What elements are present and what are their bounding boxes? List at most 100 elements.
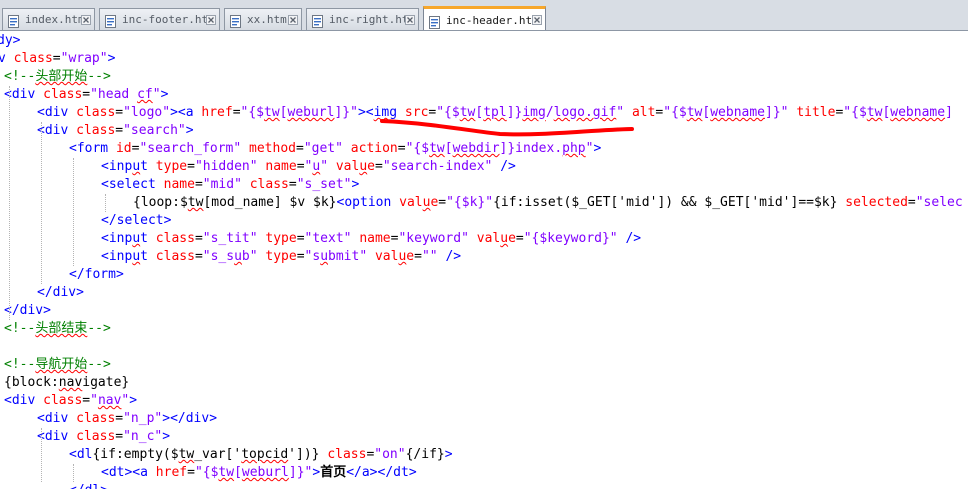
close-icon[interactable] bbox=[532, 15, 542, 25]
close-icon[interactable] bbox=[206, 14, 216, 25]
code-token: > bbox=[351, 177, 360, 192]
code-token: = bbox=[194, 249, 203, 264]
code-line[interactable]: <input type="hidden" name="u" value="sea… bbox=[101, 158, 516, 176]
code-token: action bbox=[350, 141, 398, 156]
tab-label: inc-right.htm bbox=[329, 13, 405, 26]
code-token: "{$keyword}" bbox=[523, 231, 618, 246]
code-token: name bbox=[265, 159, 297, 174]
tab-label: xx.htm bbox=[247, 13, 287, 26]
code-line[interactable]: </select> bbox=[101, 212, 171, 230]
code-token: = bbox=[187, 465, 195, 480]
code-token: <div bbox=[4, 393, 44, 408]
code-line[interactable]: {block:navigate} bbox=[4, 374, 129, 392]
tab-xx-htm[interactable]: xx.htm bbox=[224, 8, 302, 30]
code-line[interactable]: </form> bbox=[69, 266, 124, 284]
code-token: /> bbox=[445, 249, 462, 264]
code-token: "search-index" bbox=[382, 159, 493, 174]
code-token: "head cf" bbox=[90, 87, 161, 102]
code-token: "selec bbox=[915, 195, 963, 210]
code-line[interactable]: dy> bbox=[0, 32, 20, 50]
code-token: "s_sub" bbox=[202, 249, 258, 264]
code-token: "{$k}" bbox=[446, 195, 494, 210]
code-line[interactable]: <dt><a href="{$tw[weburl]}">首页</a></dt> bbox=[101, 464, 417, 482]
code-token: <form bbox=[69, 141, 116, 156]
code-token: = bbox=[232, 105, 241, 120]
code-line[interactable]: <!--头部开始--> bbox=[4, 68, 111, 86]
code-line[interactable]: <div class="logo"><a href="{$tw[weburl]}… bbox=[37, 104, 953, 122]
code-token: class bbox=[76, 429, 116, 444]
code-line[interactable]: <div class="head cf"> bbox=[4, 86, 168, 104]
code-token: class bbox=[155, 231, 195, 246]
code-token: <dt><a bbox=[101, 465, 156, 480]
code-token: src bbox=[404, 105, 429, 120]
tab-inc-header-htm[interactable]: inc-header.htm bbox=[423, 6, 546, 30]
tab-label: index.htm bbox=[25, 13, 81, 26]
code-line[interactable]: </dl> bbox=[69, 482, 108, 489]
code-line[interactable]: </div> bbox=[37, 284, 84, 302]
code-line[interactable]: </div> bbox=[4, 302, 51, 320]
close-icon[interactable] bbox=[81, 14, 91, 25]
code-token: > bbox=[593, 141, 602, 156]
code-token: > bbox=[107, 51, 116, 66]
tab-inc-footer-htm[interactable]: inc-footer.htm bbox=[99, 8, 220, 30]
html-file-icon bbox=[311, 13, 324, 28]
code-token: value bbox=[476, 231, 516, 246]
code-token: = bbox=[907, 195, 916, 210]
close-icon[interactable] bbox=[288, 14, 298, 25]
code-token: "s_set" bbox=[296, 177, 352, 192]
code-line[interactable]: {loop:$tw[mod_name] $v $k}<option value =… bbox=[133, 194, 963, 212]
close-icon[interactable] bbox=[405, 14, 415, 25]
code-line[interactable]: <div class="search"> bbox=[37, 122, 194, 140]
code-line[interactable]: <!--头部结束--> bbox=[4, 320, 111, 338]
code-token: <option bbox=[336, 195, 400, 210]
indent-guide bbox=[41, 122, 42, 284]
code-line[interactable]: <input class="s_tit" type="text" name="k… bbox=[101, 230, 641, 248]
code-token: {if:isset($_GET['mid']) && $_GET['mid']=… bbox=[493, 195, 846, 210]
tab-index-htm[interactable]: index.htm bbox=[2, 8, 95, 30]
code-token: > bbox=[160, 87, 169, 102]
code-token: {loop:$tw[mod_name] $v $k} bbox=[133, 195, 337, 210]
code-token: 首页 bbox=[320, 465, 347, 480]
code-line[interactable]: <!--导航开始--> bbox=[4, 356, 111, 374]
code-token: "search_form" bbox=[139, 141, 242, 156]
code-token: = bbox=[296, 249, 305, 264]
code-token: </form> bbox=[69, 267, 124, 282]
code-token: {/if} bbox=[405, 447, 445, 462]
code-token: <input bbox=[101, 249, 156, 264]
code-editor[interactable]: dy> v class="wrap"> <!--头部开始--> <div class=… bbox=[0, 31, 968, 489]
code-line[interactable]: <div class="nav"> bbox=[4, 392, 137, 410]
code-token: = bbox=[296, 159, 305, 174]
code-token: = bbox=[397, 141, 406, 156]
code-line[interactable]: v class="wrap"> bbox=[0, 50, 115, 68]
code-token: </div> bbox=[4, 303, 51, 318]
code-token: <!--头部开始--> bbox=[4, 69, 111, 84]
code-token: <input bbox=[101, 231, 156, 246]
code-token: class bbox=[43, 87, 83, 102]
code-line[interactable]: <div class="n_p"></div> bbox=[37, 410, 217, 428]
code-line[interactable]: <div class="n_c"> bbox=[37, 428, 170, 446]
indent-guide bbox=[73, 464, 74, 482]
code-token: name bbox=[163, 177, 195, 192]
code-token: > bbox=[129, 393, 138, 408]
code-token: </a></dt> bbox=[346, 465, 417, 480]
code-line[interactable]: <dl{if:empty($tw_var['topcid'])} class="… bbox=[69, 446, 453, 464]
code-token: "{$tw[tpl]}img/logo.gif" bbox=[436, 105, 625, 120]
code-token: href bbox=[155, 465, 188, 480]
code-line[interactable]: <input class="s_sub" type="submit" value… bbox=[101, 248, 461, 266]
code-token: class bbox=[76, 411, 116, 426]
code-token: ></div> bbox=[162, 411, 218, 426]
code-token: </select> bbox=[101, 213, 172, 228]
code-token: "text" bbox=[304, 231, 352, 246]
tab-inc-right-htm[interactable]: inc-right.htm bbox=[306, 8, 419, 30]
code-token: type bbox=[155, 159, 188, 174]
code-token: "{$tw[webdir]}index.php" bbox=[405, 141, 594, 156]
code-token: value bbox=[399, 195, 439, 210]
code-line[interactable]: <select name="mid" class="s_set"> bbox=[101, 176, 359, 194]
code-line[interactable]: <form id="search_form" method="get" acti… bbox=[69, 140, 601, 158]
indent-guide bbox=[73, 158, 74, 266]
code-token: value bbox=[335, 159, 375, 174]
code-token: "get" bbox=[303, 141, 343, 156]
code-token: = bbox=[115, 123, 124, 138]
